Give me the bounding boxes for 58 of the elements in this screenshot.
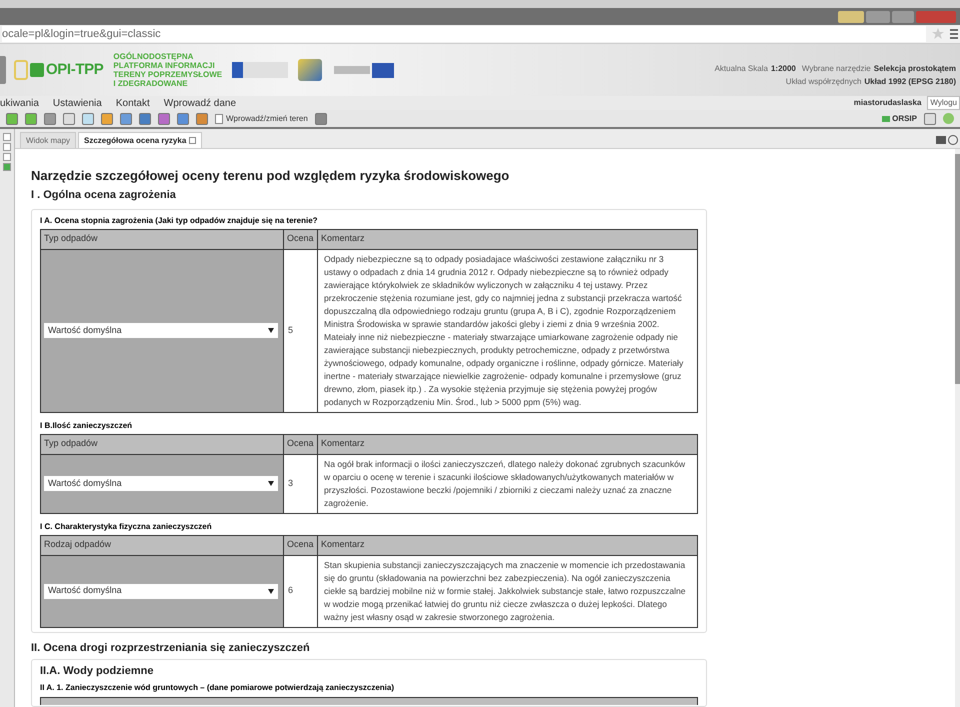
column-header: Typ odpadów	[43, 232, 99, 246]
column-header: Typ odpadów	[43, 437, 99, 450]
scrollbar[interactable]	[955, 149, 960, 707]
comment-cell: Na ogół brak informacji o ilości zanieczyszczeń, dlatego należy dokonać zgrubnych szacunków w oparciu o ocenę w terenie i szacunki ilościowe składowanych/użytkowanych materiałów w przyszłości. Pozostawione beczki /pojemniki / zbiorniki z cieczami należy uznać za znaczne zagrożenie.	[317, 454, 697, 512]
document-icon	[215, 114, 223, 124]
scrollbar-thumb[interactable]	[955, 154, 960, 384]
platform-name: TERENY POPRZEMYSŁOWE	[113, 70, 222, 79]
crs-value: Układ 1992 (EPSG 2180)	[864, 76, 956, 88]
comment-cell: Stan skupienia substancji zanieczyszczających ma znaczenie w momencie ich przedostawania się do gruntu (składowania na powierzchni bez zabezpieczenia). Na ogół zanieczyszczenia ciekłe są bardziej mobilne niż w formie stałej. Jakkolwiek substancje stałe, łatwo rozpuszczalne w wodzie mogą przenikać łatwiej do gruntu niż ciecze zwłaszcza o dużej lepkości. Dlatego ważny jest własny osąd w zakresie stworzonego zagrożenia.	[317, 556, 697, 626]
regional-logo	[298, 59, 322, 81]
column-header: Komentarz	[317, 434, 697, 454]
edit-area-button[interactable]: Wprowadź/zmień teren	[215, 112, 308, 124]
menu-item[interactable]: Kontakt	[116, 96, 150, 110]
star-icon[interactable]	[932, 28, 944, 40]
score-cell: 3	[283, 454, 317, 512]
section-heading: I . Ogólna ocena zagrożenia	[31, 188, 177, 203]
score-cell: 6	[283, 556, 317, 626]
address-field[interactable]: ocale=pl&login=true&gui=classic	[2, 26, 926, 42]
select-field[interactable]: Wartość domyślna	[44, 584, 278, 598]
column-header: Ocena	[283, 536, 317, 554]
tool-label: Wybrane narzędzie	[802, 63, 871, 75]
platform-name: OGÓLNODOSTĘPNA	[113, 52, 194, 61]
column-header: Ocena	[283, 434, 317, 454]
subsection-heading: II.A. Wody podziemne	[40, 664, 154, 679]
menu-item[interactable]: Wprowadź dane	[164, 96, 236, 110]
username: miastorudaslaska	[854, 97, 922, 109]
column-header: Komentarz	[317, 536, 697, 554]
scale-label: Aktualna Skala	[714, 63, 768, 75]
eu-flag-icon	[372, 62, 394, 78]
platform-name: I ZDEGRADOWANE	[113, 79, 189, 88]
tool-value: Selekcja prostokątem	[874, 63, 956, 75]
logout-button[interactable]: Wylogu	[927, 96, 960, 110]
caret-icon	[268, 588, 274, 594]
table-caption: I C. Charakterystyka fizyczna zanieczyszczeń	[40, 522, 213, 532]
caret-icon	[268, 328, 274, 333]
select-field[interactable]: Wartość domyślna	[44, 323, 278, 338]
tab[interactable]: Widok mapy	[20, 132, 76, 148]
menu-icon[interactable]	[950, 29, 958, 39]
caret-icon	[268, 481, 274, 486]
column-header: Rodzaj odpadów	[43, 538, 112, 552]
tab[interactable]: Szczegółowa ocena ryzyka	[78, 132, 202, 148]
menu-item[interactable]: Ustawienia	[52, 96, 102, 110]
table-caption: II A. 1. Zanieczyszczenie wód gruntowych – (dane pomiarowe potwierdzają zanieczyszczenia)	[40, 682, 396, 694]
select-field[interactable]: Wartość domyślna	[44, 476, 278, 491]
page-title: Narzędzie szczegółowej oceny terenu pod względem ryzyka środowiskowego	[31, 168, 510, 184]
scale-value: 1:2000	[770, 63, 796, 75]
orsip-button[interactable]: ORSIP	[882, 112, 917, 124]
table-caption: I A. Ocena stopnia zagrożenia (Jaki typ odpadów znajduje się na terenie?	[40, 216, 319, 226]
logo: OPI-TPP	[14, 58, 104, 82]
menu-item[interactable]: ukiwania	[0, 96, 39, 110]
column-header: Komentarz	[317, 230, 697, 248]
score-cell: 5	[283, 250, 317, 412]
column-header: Ocena	[283, 230, 317, 248]
comment-cell: Odpady niebezpieczne są to odpady posiadajace właściwości zestawione załączniku nr 3 ustawy o odpadach z dnia 14 grudnia 2012 r. Odpady niebezpieczne są to również odpady zawierające którykolwiek ze składników wyliczonych w załączniku 4 tej ustawy. Przez przekroczenie stężenia rozumiane jest, gdy co najmniej jedna z substancji przekracza wartość dopuszczalną dla odpowiedniego rodzaju gruntu (grupa A, B i C), zgodnie Rozporządzeniem Ministra Środowiska w sprawie standardów jakości gleby i ziemi z dnia 9 września 2002. Mateiały inne niż niebezpieczne - materiały stwarzające umiarkowane zagrożenie odpady nie zawierające substancji niebezpiecznych, produkty petrochemiczne, odpady z przetwórstwa żywnościowego, odpady komunalne, odpady organiczne i roślinne, odpady górnicze. Materiały inertne - materiały stwarzające niewielkie zagrożenie- odpady komunalne i przemysłowe (gruz drewno, złom, piasek itp.) . Za wysokie stężenia przyjmuje się stężenia powyżej progów podanych w Rozporządzeniu Min. Środ., lub > 5000 ppm (5%) wag.	[317, 250, 697, 412]
table-caption: I B.Ilość zanieczyszczeń	[40, 420, 134, 430]
platform-name: PLATFORMA INFORMACJI	[113, 61, 216, 70]
crs-label: Układ współrzędnych	[786, 76, 862, 88]
section-heading: II. Ocena drogi rozprzestrzeniania się zanieczyszczeń	[31, 640, 311, 656]
